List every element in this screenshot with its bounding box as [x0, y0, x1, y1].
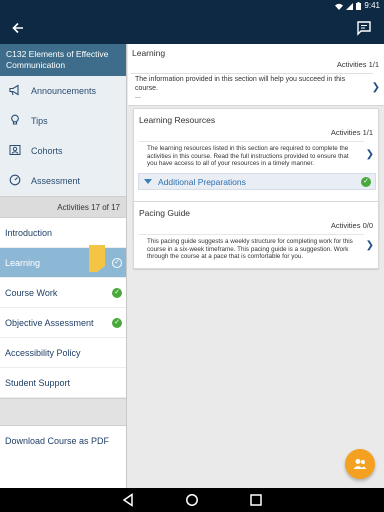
- megaphone-icon: [8, 84, 22, 98]
- chevron-right-icon[interactable]: ❯: [372, 82, 380, 93]
- course-title: C132 Elements of Effective Communication: [0, 44, 126, 76]
- nav-label: Accessibility Policy: [5, 347, 81, 358]
- section-activities: Activities 1/1: [336, 60, 379, 69]
- wifi-icon: [335, 3, 344, 10]
- cohort-fab-button[interactable]: [345, 449, 375, 479]
- gauge-icon: [8, 174, 22, 188]
- nav-item-course-work[interactable]: Course Work ✓: [0, 278, 126, 308]
- check-icon: ✓: [112, 318, 122, 328]
- learning-section-header[interactable]: Learning Activities 1/1 The information …: [128, 44, 384, 106]
- nav-item-introduction[interactable]: Introduction: [0, 218, 126, 248]
- arrow-back-icon: [12, 22, 23, 34]
- menu-item-tips[interactable]: Tips: [0, 106, 126, 136]
- people-icon: [8, 144, 22, 158]
- download-pdf-link[interactable]: Download Course as PDF: [0, 426, 126, 456]
- card-description: This pacing guide suggests a weekly stru…: [139, 234, 364, 264]
- signal-icon: [346, 2, 354, 10]
- card-title: Learning Resources: [139, 115, 216, 125]
- app-bar: [0, 12, 384, 44]
- recents-square-icon[interactable]: [249, 493, 263, 507]
- activities-count: Activities 17 of 17: [0, 196, 126, 218]
- download-label: Download Course as PDF: [5, 436, 110, 446]
- battery-icon: [356, 2, 362, 10]
- menu-label: Assessment: [31, 176, 81, 186]
- section-description: The information provided in this section…: [131, 73, 373, 103]
- card-description: The learning resources listed in this se…: [139, 141, 364, 171]
- menu-label: Cohorts: [31, 146, 63, 156]
- check-icon: ✓: [112, 258, 122, 268]
- chat-icon: [357, 21, 371, 36]
- lightbulb-icon: [8, 114, 22, 128]
- chevron-right-icon[interactable]: ❯: [366, 240, 374, 251]
- nav-label: Student Support: [5, 377, 71, 388]
- main-content: Learning Activities 1/1 The information …: [128, 44, 384, 488]
- section-ellipsis: ...: [135, 93, 141, 100]
- back-triangle-icon[interactable]: [121, 493, 135, 507]
- home-circle-icon[interactable]: [185, 493, 199, 507]
- chat-button[interactable]: [354, 18, 374, 38]
- card-title: Pacing Guide: [139, 208, 191, 218]
- sub-label: Additional Preparations: [158, 176, 246, 187]
- section-title: Learning: [132, 48, 166, 58]
- status-right: 9:41: [335, 1, 380, 11]
- menu-label: Tips: [31, 116, 48, 126]
- card-activities: Activities 0/0: [330, 221, 373, 230]
- nav-label: Introduction: [5, 227, 53, 238]
- back-button[interactable]: [8, 18, 28, 38]
- card-activities: Activities 1/1: [330, 128, 373, 137]
- course-sidebar: C132 Elements of Effective Communication…: [0, 44, 127, 488]
- nav-label: Learning: [5, 257, 41, 268]
- chevron-right-icon[interactable]: ❯: [366, 149, 374, 160]
- system-nav-bar: [0, 488, 384, 512]
- people-icon: [353, 459, 367, 469]
- nav-label: Course Work: [5, 287, 58, 298]
- check-icon: ✓: [361, 177, 371, 187]
- check-icon: ✓: [112, 288, 122, 298]
- nav-item-student-support[interactable]: Student Support: [0, 368, 126, 398]
- course-menu: Announcements Tips Cohorts Assessment: [0, 76, 126, 196]
- additional-preparations-row[interactable]: Additional Preparations ✓: [138, 173, 376, 190]
- menu-item-announcements[interactable]: Announcements: [0, 76, 126, 106]
- status-bar: 9:41: [0, 0, 384, 12]
- nav-item-objective-assessment[interactable]: Objective Assessment ✓: [0, 308, 126, 338]
- status-time: 9:41: [364, 1, 380, 10]
- sidebar-divider: [0, 398, 126, 426]
- menu-item-cohorts[interactable]: Cohorts: [0, 136, 126, 166]
- nav-label: Objective Assessment: [5, 317, 94, 328]
- menu-label: Announcements: [31, 86, 97, 96]
- section-description-text: The information provided in this section…: [135, 76, 346, 92]
- nav-item-accessibility-policy[interactable]: Accessibility Policy: [0, 338, 126, 368]
- nav-item-learning[interactable]: Learning ✓: [0, 245, 126, 278]
- card-pacing-guide[interactable]: Pacing Guide Activities 0/0 This pacing …: [133, 201, 379, 269]
- menu-item-assessment[interactable]: Assessment: [0, 166, 126, 196]
- expand-triangle-icon[interactable]: [144, 179, 152, 184]
- bookmark-icon: [89, 245, 105, 272]
